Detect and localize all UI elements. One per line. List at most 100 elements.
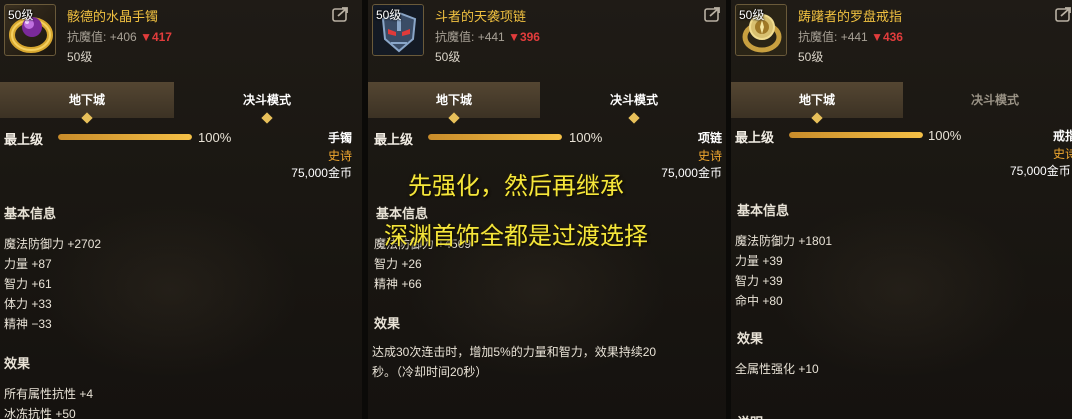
effect-line: 冰冻抗性 +50	[4, 407, 76, 419]
tab-dungeon-label: 地下城	[68, 93, 105, 107]
max-level-label: 最上级	[735, 130, 775, 145]
magic-resist-line: 抗魔值: +441 ▼396	[435, 28, 540, 45]
tab-pvp-label: 决斗模式	[970, 93, 1019, 107]
item-type: 戒指	[1053, 129, 1072, 143]
tab-pvp[interactable]: 决斗模式	[548, 82, 720, 124]
level-progress-bar	[789, 132, 923, 138]
rarity: 史诗	[327, 149, 352, 163]
stat-line: 智力 +39	[735, 274, 783, 288]
tooltip-comparison-view: 50级 骸德的水晶手镯 抗魔值: +406 ▼417 50级 地下城 决斗模式 …	[0, 0, 1072, 419]
magic-resist-value: +406	[109, 30, 137, 44]
share-icon[interactable]	[1055, 6, 1072, 22]
tab-indicator-icon	[81, 112, 93, 124]
max-level-label: 最上级	[374, 132, 414, 147]
mode-tabs: 地下城 决斗模式	[731, 82, 1072, 124]
progress-percent: 100%	[569, 130, 603, 145]
progress-percent: 100%	[928, 128, 962, 143]
stat-line: 精神 +66	[374, 277, 422, 291]
magic-resist-line: 抗魔值: +441 ▼436	[798, 28, 903, 45]
stat-line: 力量 +39	[735, 254, 783, 268]
crystal-bracelet-icon[interactable]: 50级	[4, 4, 56, 56]
magic-resist-label: 抗魔值:	[435, 30, 475, 44]
progress-percent: 100%	[198, 130, 232, 145]
item-name: 骸德的水晶手镯	[67, 9, 159, 24]
item-name: 踌躇者的罗盘戒指	[798, 9, 903, 24]
stat-line: 命中 +80	[735, 294, 783, 308]
compass-ring-icon[interactable]: 50级	[735, 4, 787, 56]
effect-description-line: 秒。（冷却时间20秒）	[372, 365, 488, 379]
level-progress-bar	[428, 134, 562, 140]
stat-line: 智力 +61	[4, 277, 52, 291]
stat-line: 体力 +33	[4, 297, 52, 311]
share-icon[interactable]	[332, 6, 350, 22]
magic-resist-label: 抗魔值:	[798, 30, 838, 44]
effect-description-line: 达成30次连击时，增加5%的力量和智力，效果持续20	[372, 345, 657, 359]
effects-title: 效果	[737, 331, 764, 346]
magic-resist-label: 抗魔值:	[67, 30, 107, 44]
mode-tabs: 地下城 决斗模式	[368, 82, 726, 124]
level-progress-bar	[58, 134, 192, 140]
price: 75,000金币	[1010, 164, 1071, 178]
effect-line: 全属性强化 +10	[735, 362, 819, 376]
max-level-row: 最上级 100%	[368, 127, 726, 147]
magic-resist-diff: ▼417	[140, 30, 172, 44]
effects-title: 效果	[4, 356, 31, 371]
tab-pvp-label: 决斗模式	[609, 93, 658, 107]
item-tooltip-bracelet: 50级 骸德的水晶手镯 抗魔值: +406 ▼417 50级 地下城 决斗模式 …	[0, 0, 362, 419]
description-title: 说明	[737, 412, 763, 419]
stat-line: 智力 +26	[374, 257, 422, 271]
max-level-row: 最上级 100%	[731, 125, 1072, 145]
magic-resist-line: 抗魔值: +406 ▼417	[67, 28, 172, 45]
max-level-label: 最上级	[4, 132, 44, 147]
basic-info-title: 基本信息	[737, 203, 790, 218]
item-tooltip-necklace: 50级 斗者的天袭项链 抗魔值: +441 ▼396 50级 地下城 决斗模式 …	[368, 0, 726, 419]
rarity: 史诗	[1053, 147, 1072, 161]
tab-dungeon[interactable]: 地下城	[368, 82, 540, 124]
magic-resist-value: +441	[477, 30, 505, 44]
item-level: 50级	[435, 50, 461, 64]
mask-necklace-icon[interactable]: 50级	[372, 4, 424, 56]
item-level-badge: 50级	[8, 8, 34, 22]
item-level-badge: 50级	[376, 8, 402, 22]
overlay-caption-line2: 深渊首饰全都是过渡选择	[384, 222, 648, 250]
tab-pvp[interactable]: 决斗模式	[909, 82, 1072, 118]
price: 75,000金币	[661, 166, 722, 180]
item-level-badge: 50级	[739, 8, 765, 22]
tab-dungeon-label: 地下城	[435, 93, 472, 107]
basic-info-title: 基本信息	[4, 206, 57, 221]
rarity: 史诗	[697, 149, 722, 163]
magic-resist-diff: ▼396	[508, 30, 540, 44]
level-progress-fill	[58, 134, 192, 140]
tab-indicator-icon	[628, 112, 640, 124]
price: 75,000金币	[291, 166, 352, 180]
overlay-caption-line1: 先强化，然后再继承	[408, 172, 624, 200]
effects-title: 效果	[374, 316, 401, 331]
effect-line: 所有属性抗性 +4	[4, 387, 94, 401]
item-level: 50级	[798, 50, 824, 64]
tab-dungeon[interactable]: 地下城	[731, 82, 903, 124]
tab-indicator-icon	[448, 112, 460, 124]
level-progress-fill	[789, 132, 923, 138]
item-type: 项链	[697, 131, 722, 145]
magic-resist-value: +441	[840, 30, 868, 44]
share-icon[interactable]	[704, 6, 722, 22]
item-header: 50级 骸德的水晶手镯 抗魔值: +406 ▼417 50级	[0, 0, 362, 80]
magic-resist-diff: ▼436	[871, 30, 903, 44]
tab-pvp[interactable]: 决斗模式	[180, 82, 354, 124]
item-level: 50级	[67, 50, 93, 64]
stat-line: 魔法防御力 +2702	[4, 237, 102, 251]
level-progress-fill	[428, 134, 562, 140]
item-header: 50级 斗者的天袭项链 抗魔值: +441 ▼396 50级	[368, 0, 726, 80]
item-name: 斗者的天袭项链	[435, 9, 527, 24]
tab-indicator-icon	[261, 112, 273, 124]
max-level-row: 最上级 100%	[0, 127, 362, 147]
stat-line: 魔法防御力 +1801	[735, 234, 833, 248]
stat-line: 精神 −33	[4, 317, 52, 331]
stat-line: 力量 +87	[4, 257, 52, 271]
tab-pvp-label: 决斗模式	[242, 93, 291, 107]
tab-indicator-icon	[811, 112, 823, 124]
tab-dungeon-label: 地下城	[798, 93, 835, 107]
mode-tabs: 地下城 决斗模式	[0, 82, 362, 124]
item-tooltip-ring: 50级 踌躇者的罗盘戒指 抗魔值: +441 ▼436 50级 地下城 决斗模式…	[731, 0, 1072, 419]
tab-dungeon[interactable]: 地下城	[0, 82, 174, 124]
